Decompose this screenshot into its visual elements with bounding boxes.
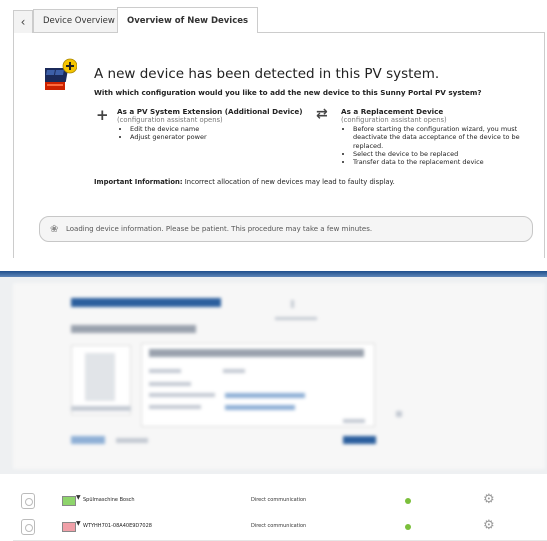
option-extension-subtitle: (configuration assistant opens) bbox=[117, 116, 223, 124]
new-device-notice-area: ‹ Device Overview Overview of New Device… bbox=[0, 0, 547, 258]
configuration-question: With which configuration would you like … bbox=[94, 88, 482, 97]
plus-icon: + bbox=[96, 106, 109, 124]
chevron-down-icon[interactable]: ▼ bbox=[76, 494, 81, 501]
swap-arrows-icon: ⇄ bbox=[316, 106, 328, 122]
list-item: Select the device to be replaced bbox=[353, 150, 539, 158]
color-swatch[interactable] bbox=[62, 496, 76, 506]
table-row[interactable]: ▼ Spülmaschine Bosch Direct communicatio… bbox=[13, 488, 547, 515]
table-row[interactable]: ▼ WTYHH701-08A40E9D7028 Direct communica… bbox=[13, 514, 547, 541]
loading-text: Loading device information. Please be pa… bbox=[66, 225, 373, 233]
list-item: Before starting the configuration wizard… bbox=[353, 125, 539, 150]
color-swatch[interactable] bbox=[62, 522, 76, 532]
important-information: Important Information: Incorrect allocat… bbox=[94, 178, 395, 186]
blurred-content-card bbox=[13, 283, 545, 469]
tab-scroll-left-button[interactable]: ‹ bbox=[13, 10, 33, 33]
loading-spinner-icon: ❀ bbox=[50, 224, 59, 235]
gear-icon[interactable]: ⚙ bbox=[483, 493, 495, 507]
tab-overview-new-devices[interactable]: Overview of New Devices bbox=[117, 7, 259, 33]
important-text: Incorrect allocation of new devices may … bbox=[184, 178, 395, 186]
list-item: Transfer data to the replacement device bbox=[353, 158, 539, 166]
option-replacement-subtitle: (configuration assistant opens) bbox=[341, 116, 447, 124]
device-communication: Direct communication bbox=[251, 497, 307, 503]
device-icon bbox=[21, 493, 35, 509]
loading-box: ❀ Loading device information. Please be … bbox=[39, 216, 533, 242]
list-item: Adjust generator power bbox=[130, 133, 300, 141]
option-extension-list: Edit the device name Adjust generator po… bbox=[120, 125, 300, 142]
chevron-down-icon[interactable]: ▼ bbox=[76, 520, 81, 527]
gear-icon[interactable]: ⚙ bbox=[483, 519, 495, 533]
option-replacement-title[interactable]: As a Replacement Device bbox=[341, 107, 443, 116]
device-communication: Direct communication bbox=[251, 523, 307, 529]
tab-bar: ‹ Device Overview Overview of New Device… bbox=[13, 6, 545, 33]
device-icon bbox=[21, 519, 35, 535]
status-ok-icon bbox=[405, 498, 411, 504]
option-extension-title[interactable]: As a PV System Extension (Additional Dev… bbox=[117, 107, 303, 116]
separator bbox=[13, 474, 545, 482]
new-device-icon bbox=[45, 58, 77, 90]
device-name: WTYHH701-08A40E9D7028 bbox=[83, 523, 152, 529]
notice-headline: A new device has been detected in this P… bbox=[94, 66, 440, 82]
option-replacement-list: Before starting the configuration wizard… bbox=[343, 125, 539, 166]
status-ok-icon bbox=[405, 524, 411, 530]
device-name: Spülmaschine Bosch bbox=[83, 497, 135, 503]
important-label: Important Information: bbox=[94, 178, 183, 186]
list-item: Edit the device name bbox=[130, 125, 300, 133]
tab-device-overview[interactable]: Device Overview bbox=[33, 9, 125, 32]
